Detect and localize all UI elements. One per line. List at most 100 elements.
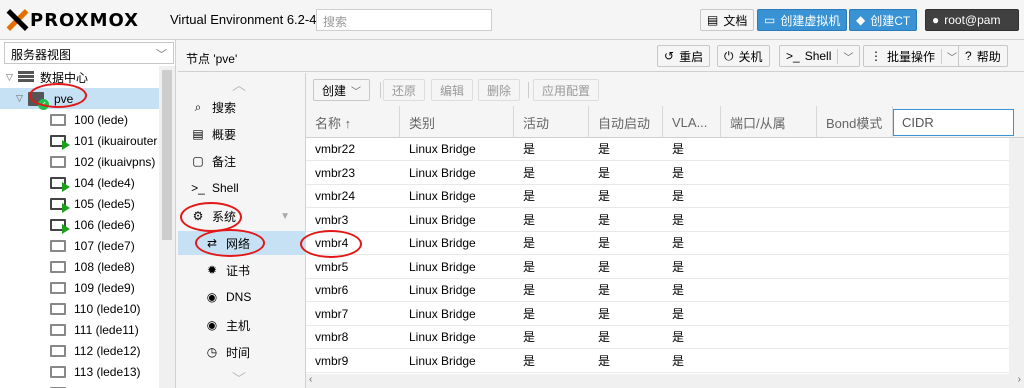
table-row[interactable]: vmbr9 Linux Bridge 是 是 是: [306, 350, 1009, 373]
table-row[interactable]: vmbr3 Linux Bridge 是 是 是: [306, 209, 1009, 232]
column-header-autostart[interactable]: 自动启动: [589, 106, 663, 138]
tree-item-vm[interactable]: 102 (ikuaivpns): [0, 151, 160, 172]
tree-item-vm[interactable]: 108 (lede8): [0, 256, 160, 277]
nav-item[interactable]: ▢ 备注: [178, 149, 306, 173]
edit-button[interactable]: 编辑: [431, 79, 474, 101]
docs-button[interactable]: ▤ 文档: [700, 9, 755, 31]
tree-scrollbar[interactable]: [159, 66, 175, 388]
help-button[interactable]: ? 帮助: [958, 45, 1008, 67]
cell-name: vmbr7: [315, 306, 349, 321]
table-row[interactable]: vmbr24 Linux Bridge 是 是 是: [306, 185, 1009, 208]
node-nav: ︿ ⌕ 搜索 ▤ 概要 ▢ 备注 >_ Shell ⚙ 系统 ▼ ⇄ 网络 ✹ 证书 ◉ DNS ◉ 主机 ◷ 时间 ﹀: [178, 73, 306, 388]
nav-item[interactable]: ⇄ 网络: [178, 231, 306, 255]
remove-button[interactable]: 删除: [478, 79, 521, 101]
scroll-left-icon[interactable]: ‹: [309, 374, 312, 385]
chevron-down-icon[interactable]: ﹀: [941, 48, 957, 64]
column-header-active[interactable]: 活动: [514, 106, 589, 138]
tree-scrollbar-thumb[interactable]: [162, 70, 172, 240]
bulk-actions-button[interactable]: ⋮ 批量操作 ﹀: [863, 45, 965, 67]
revert-label: 还原: [392, 83, 417, 98]
page-title: 节点 'pve': [186, 52, 238, 66]
tree-item-vm[interactable]: 107 (lede7): [0, 235, 160, 256]
tree-item-vm[interactable]: 112 (lede12): [0, 340, 160, 361]
nav-item[interactable]: >_ Shell: [178, 176, 306, 200]
book-icon: ▤: [192, 127, 204, 141]
nav-item[interactable]: ◷ 时间: [178, 340, 306, 364]
create-vm-button[interactable]: ▭ 创建虚拟机: [757, 9, 848, 31]
chevron-down-icon[interactable]: ﹀: [837, 48, 853, 64]
tree-item-vm[interactable]: 101 (ikuairouter: [0, 130, 160, 151]
cell-vlan: 是: [672, 259, 685, 274]
chevron-down-icon[interactable]: ﹀: [232, 369, 246, 388]
cell-autostart: 是: [598, 142, 611, 156]
tree-item-vm[interactable]: 113 (lede13): [0, 361, 160, 382]
logo-text: PROXMOX: [30, 9, 140, 31]
search-input[interactable]: 搜索: [316, 9, 492, 31]
column-header-cidr[interactable]: CIDR: [893, 109, 1014, 136]
vm-running-icon: [50, 134, 70, 150]
globe-icon: ◉: [206, 318, 218, 332]
collapse-icon: ▽: [16, 93, 23, 103]
cell-active: 是: [523, 259, 536, 274]
toolbar-divider: [380, 82, 381, 98]
reboot-label: 重启: [679, 49, 704, 64]
column-header-bond-mode[interactable]: Bond模式: [817, 106, 893, 138]
chevron-up-icon[interactable]: ︿: [232, 75, 246, 95]
create-ct-button[interactable]: ◆ 创建CT: [849, 9, 918, 31]
tree-item-vm[interactable]: 109 (lede9): [0, 277, 160, 298]
revert-button[interactable]: 还原: [383, 79, 426, 101]
tree-item-vm[interactable]: 111 (lede11): [0, 319, 160, 340]
grid-body: vmbr22 Linux Bridge 是是是 vmbr23 Linux Bridge 是…: [306, 138, 1009, 374]
table-row[interactable]: vmbr5 Linux Bridge 是 是 是: [306, 256, 1009, 279]
nav-item[interactable]: ◉ DNS: [178, 285, 306, 309]
table-row[interactable]: vmbr4 Linux Bridge 是 是 是: [306, 232, 1009, 255]
column-header-name[interactable]: 名称 ↑: [306, 106, 400, 138]
edit-label: 编辑: [440, 83, 465, 98]
apply-config-button[interactable]: 应用配置: [533, 79, 600, 101]
tree-item-vm[interactable]: 114 (lede14): [0, 382, 160, 388]
tree-item-vm[interactable]: 105 (lede5): [0, 193, 160, 214]
tree-item-label: 112 (lede12): [74, 343, 141, 358]
nav-item[interactable]: ▤ 概要: [178, 122, 306, 146]
cell-autostart: 是: [598, 189, 611, 203]
view-selector[interactable]: 服务器视图 ﹀: [4, 42, 174, 64]
nav-item[interactable]: ⌕ 搜索: [178, 95, 306, 119]
tree-item-vm[interactable]: 100 (lede): [0, 109, 160, 130]
shell-button[interactable]: >_ Shell ﹀: [779, 45, 861, 67]
table-row[interactable]: vmbr6 Linux Bridge 是 是 是: [306, 279, 1009, 302]
shutdown-button[interactable]: ⏻ 关机: [717, 45, 770, 67]
table-row[interactable]: vmbr22 Linux Bridge 是 是 是: [306, 138, 1009, 161]
grid-scrollbar-horizontal[interactable]: ‹ ›: [306, 374, 1024, 388]
table-row[interactable]: vmbr23 Linux Bridge 是 是 是: [306, 162, 1009, 185]
chevron-down-icon: ﹀: [351, 86, 362, 98]
tree-item-datacenter[interactable]: ▽ 数据中心: [0, 67, 160, 88]
tree-item-vm[interactable]: 104 (lede4): [0, 172, 160, 193]
cell-active: 是: [523, 189, 536, 203]
resource-tree-panel: 服务器视图 ﹀ ▽ 数据中心 ▽ pve 100 (lede) 101 (ikua…: [0, 40, 176, 388]
collapse-icon[interactable]: ▼: [280, 211, 290, 222]
nav-item[interactable]: ⚙ 系统 ▼: [178, 204, 306, 228]
nav-item[interactable]: ✹ 证书: [178, 258, 306, 282]
nav-item[interactable]: ◉ 主机: [178, 313, 306, 337]
tree-item-vm[interactable]: 110 (lede10): [0, 298, 160, 319]
column-header-type[interactable]: 类别: [400, 106, 514, 138]
proxmox-logo[interactable]: PROXMOX: [6, 9, 139, 31]
column-header-vlan[interactable]: VLA...: [663, 106, 721, 138]
table-row[interactable]: vmbr8 Linux Bridge 是 是 是: [306, 326, 1009, 349]
reboot-button[interactable]: ↺ 重启: [657, 45, 711, 67]
vm-stopped-icon: [50, 344, 66, 357]
toolbar-divider: [528, 82, 529, 98]
remove-label: 删除: [487, 83, 512, 98]
create-button[interactable]: 创建 ﹀: [313, 79, 371, 101]
cell-vlan: 是: [672, 212, 685, 227]
table-row[interactable]: vmbr7 Linux Bridge 是 是 是: [306, 303, 1009, 326]
cell-name: vmbr9: [315, 353, 349, 368]
vm-stopped-icon: [50, 260, 66, 273]
network-toolbar: 创建 ﹀ 还原 编辑 删除 应用配置: [306, 73, 1024, 105]
tree-item-node-pve[interactable]: ▽ pve: [0, 88, 160, 110]
tree-item-vm[interactable]: 106 (lede6): [0, 214, 160, 235]
grid-scrollbar-vertical[interactable]: [1009, 138, 1024, 374]
user-menu-button[interactable]: ● root@pam: [925, 9, 1019, 31]
column-header-ports[interactable]: 端口/从属: [721, 106, 817, 138]
scroll-right-icon[interactable]: ›: [1018, 374, 1021, 385]
